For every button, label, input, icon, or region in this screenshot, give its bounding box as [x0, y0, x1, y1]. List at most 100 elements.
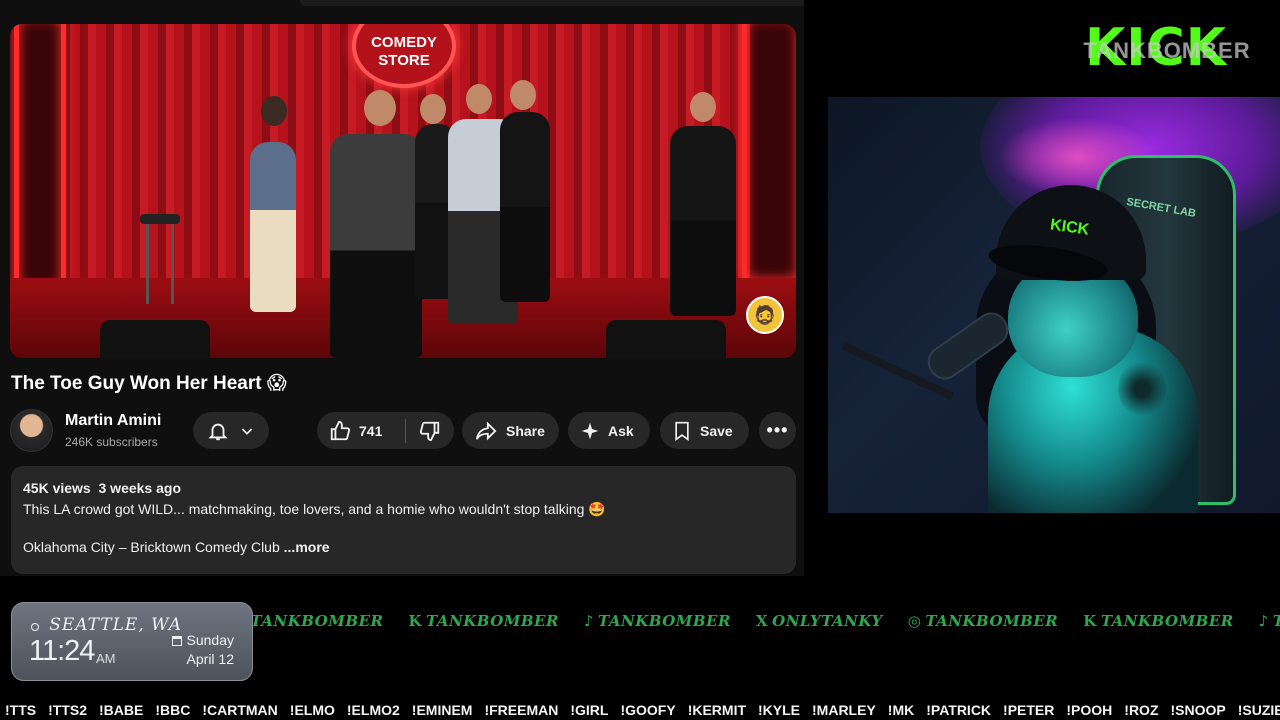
thumbs-down-icon	[419, 420, 441, 442]
performer	[500, 112, 550, 302]
social-handle: ◎ TANKBOMBER	[908, 612, 1059, 630]
ask-button[interactable]: Ask	[568, 412, 650, 449]
stage-monitor	[606, 320, 726, 358]
performer-head	[466, 84, 492, 114]
chat-command: !BBC	[155, 702, 191, 718]
chat-command: !GOOFY	[620, 702, 676, 718]
tiktok-icon: ♪	[583, 612, 595, 630]
channel-name[interactable]: Martin Amini	[65, 412, 161, 430]
social-handle: KTANKBOMBER	[408, 612, 558, 630]
save-label: Save	[700, 422, 733, 439]
description-meta: 45K views 3 weeks ago	[23, 480, 784, 496]
chat-command: !KYLE	[758, 702, 801, 718]
sparkle-icon	[580, 421, 600, 441]
video-title: The Toe Guy Won Her Heart 😱	[11, 373, 287, 394]
performer	[670, 126, 736, 316]
social-handle-text: TANKBOMBER	[426, 612, 559, 630]
more-dots-icon: •••	[766, 420, 789, 440]
share-arrow-icon	[474, 420, 498, 442]
top-bar-edge	[300, 0, 804, 6]
channel-avatar[interactable]	[10, 409, 53, 452]
performer-head	[510, 80, 536, 110]
description-location-text: Oklahoma City – Bricktown Comedy Club	[23, 539, 280, 555]
performer-head	[364, 90, 396, 126]
calendar-icon	[171, 636, 182, 646]
clock-widget: SEATTLE, WA 11:24 AM Sunday April 12	[11, 602, 253, 681]
subscriber-count: 246K subscribers	[65, 435, 158, 449]
like-button[interactable]: 741	[317, 412, 405, 449]
chat-command: !ROZ	[1124, 702, 1159, 718]
performer-host	[330, 134, 422, 358]
streamer-handle-watermark: TANKBOMBER	[1083, 38, 1251, 63]
clock-time: 11:24	[29, 635, 95, 667]
show-more-link[interactable]: ...more	[284, 539, 330, 555]
video-player[interactable]: COMEDY STORE 🧔	[10, 24, 796, 358]
performer-head	[690, 92, 716, 122]
social-handle: KTANKBOMBER	[253, 612, 383, 630]
bell-icon	[207, 420, 229, 442]
chat-command: !SUZIE	[1237, 702, 1280, 718]
like-dislike-group: 741	[317, 412, 454, 449]
clock-city: SEATTLE, WA	[49, 615, 183, 635]
chat-command: !TTS	[5, 702, 37, 718]
share-button[interactable]: Share	[462, 412, 559, 449]
kick-icon: K	[1083, 612, 1097, 630]
social-handle: ♪ TANKBOMBER	[1259, 612, 1280, 630]
bookmark-icon	[672, 420, 692, 442]
clock-date: April 12	[186, 651, 234, 667]
social-handle-text: TANKBOMBER	[1100, 612, 1234, 630]
more-actions-button[interactable]: •••	[759, 412, 796, 449]
chat-command: !EMINEM	[411, 702, 473, 718]
neon-frame-left	[14, 24, 66, 294]
chat-command: !GIRL	[570, 702, 609, 718]
chat-command: !PATRICK	[926, 702, 992, 718]
social-handle-text: TANKBOMBER	[925, 612, 1059, 630]
neon-frame-right	[742, 24, 796, 284]
chat-command: !BABE	[99, 702, 144, 718]
like-count: 741	[359, 422, 383, 439]
social-handle-text: TANKBOMBER	[253, 612, 384, 630]
chat-command: !KERMIT	[687, 702, 747, 718]
social-handle-text: ONLYTANKY	[772, 612, 883, 630]
dislike-button[interactable]	[406, 412, 454, 449]
save-button[interactable]: Save	[660, 412, 749, 449]
social-handle: X ONLYTANKY	[756, 612, 883, 630]
subscribed-notifications-button[interactable]	[193, 412, 269, 449]
channel-watermark-icon[interactable]: 🧔	[746, 296, 784, 334]
description-box[interactable]: 45K views 3 weeks ago This LA crowd got …	[11, 466, 796, 574]
youtube-panel: COMEDY STORE 🧔 The Toe Guy Won Her Heart…	[0, 0, 804, 576]
socials-ticker: KTANKBOMBERKTANKBOMBER♪TANKBOMBERXONLYTA…	[253, 612, 1280, 638]
social-handle-text: TANKBOMBER	[1273, 612, 1280, 630]
chat-command: !TTS2	[48, 702, 87, 718]
upload-age: 3 weeks ago	[98, 480, 182, 496]
tiktok-icon: ♪	[1258, 612, 1269, 630]
share-label: Share	[506, 422, 545, 439]
x-icon: X	[755, 612, 769, 630]
performer-head	[420, 94, 446, 124]
chat-command: !POOH	[1066, 702, 1113, 718]
ask-label: Ask	[608, 422, 634, 439]
view-count: 45K views	[23, 480, 91, 496]
description-text: This LA crowd got WILD... matchmaking, t…	[23, 501, 606, 517]
chevron-down-icon	[239, 423, 255, 439]
chat-command: !SNOOP	[1170, 702, 1226, 718]
stage-monitor	[100, 320, 210, 358]
chat-command: !ELMO	[289, 702, 335, 718]
chat-command: !PETER	[1003, 702, 1055, 718]
chat-command: !MK	[887, 702, 915, 718]
social-handle: KTANKBOMBER	[1083, 612, 1233, 630]
performer-head	[261, 96, 287, 126]
chat-command: !ELMO2	[346, 702, 400, 718]
clock-ampm: AM	[96, 651, 116, 666]
streamer-tattoo	[1118, 359, 1166, 419]
thumbs-up-icon	[329, 420, 351, 442]
instagram-icon: ◎	[907, 612, 922, 630]
webcam-feed: SECRET LAB KICK	[828, 97, 1280, 513]
clock-day: Sunday	[171, 632, 234, 648]
performer-woman	[250, 142, 296, 312]
socials-track: KTANKBOMBERKTANKBOMBER♪TANKBOMBERXONLYTA…	[253, 612, 1280, 630]
kick-icon: K	[408, 612, 423, 630]
chat-command: !FREEMAN	[484, 702, 559, 718]
social-handle: ♪TANKBOMBER	[584, 612, 731, 630]
bar-stool	[140, 214, 180, 304]
